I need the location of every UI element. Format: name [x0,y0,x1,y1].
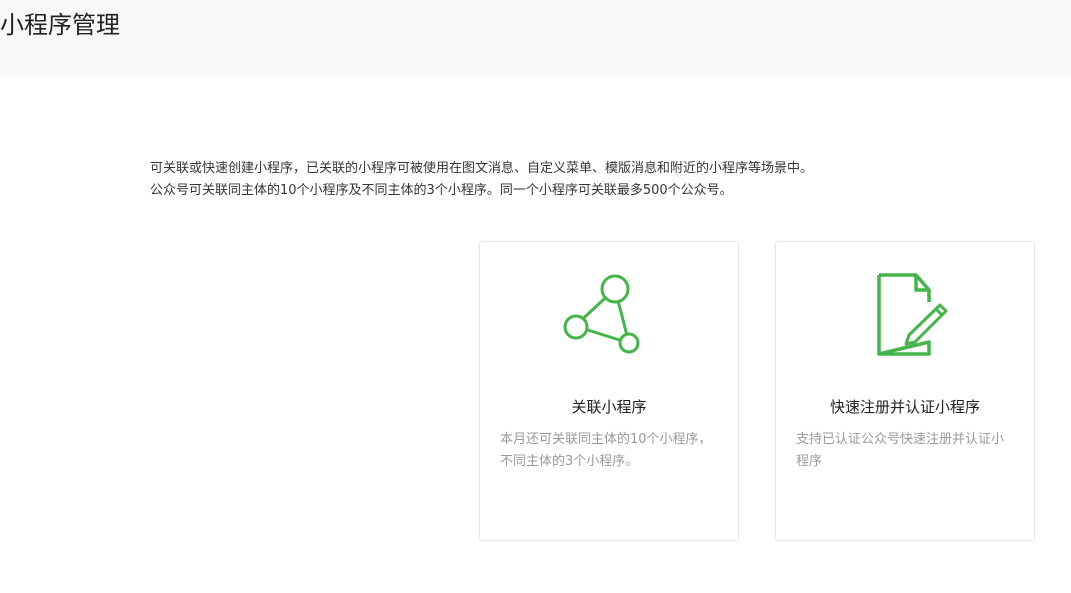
link-network-icon [480,268,738,360]
intro-description: 可关联或快速创建小程序，已关联的小程序可被使用在图文消息、自定义菜单、模版消息和… [150,158,813,202]
register-miniprogram-card[interactable]: 快速注册并认证小程序 支持已认证公众号快速注册并认证小程序 [775,241,1035,541]
link-miniprogram-card[interactable]: 关联小程序 本月还可关联同主体的10个小程序，不同主体的3个小程序。 [479,241,739,541]
card-description: 本月还可关联同主体的10个小程序，不同主体的3个小程序。 [500,432,712,469]
page-title: 小程序管理 [0,11,120,39]
page-header: 小程序管理 [0,0,1071,77]
intro-line-1: 可关联或快速创建小程序，已关联的小程序可被使用在图文消息、自定义菜单、模版消息和… [150,161,814,176]
intro-line-2: 公众号可关联同主体的10个小程序及不同主体的3个小程序。同一个小程序可关联最多5… [150,183,733,198]
card-description: 支持已认证公众号快速注册并认证小程序 [796,432,1005,469]
card-title: 快速注册并认证小程序 [829,398,980,416]
card-title: 关联小程序 [571,398,647,416]
document-edit-icon [776,268,1034,360]
